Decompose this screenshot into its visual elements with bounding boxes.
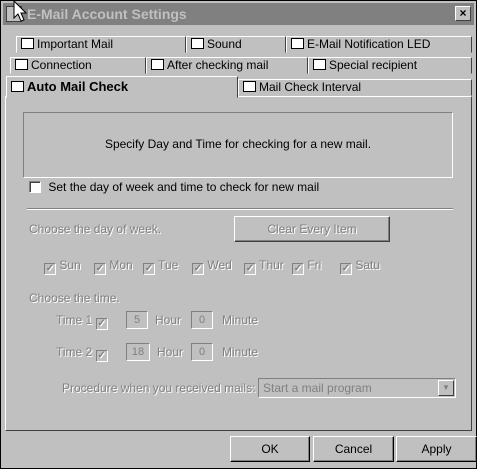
day-checkbox-sun[interactable]: ✓ Sun xyxy=(44,258,81,275)
window-title: E-Mail Account Settings xyxy=(27,6,187,22)
timer-icon xyxy=(243,81,256,92)
ok-button[interactable]: OK xyxy=(230,436,310,462)
info-box: Specify Day and Time for checking for a … xyxy=(23,112,453,178)
mail-icon xyxy=(21,38,34,49)
enable-schedule-label: Set the day of week and time to check fo… xyxy=(48,180,320,194)
info-text: Specify Day and Time for checking for a … xyxy=(104,137,372,151)
time1-checkbox[interactable]: Time 1 ✓ xyxy=(56,313,108,330)
time1-minute-field[interactable]: 0 xyxy=(191,311,213,329)
time1-hour-label: Hour xyxy=(155,313,182,327)
tab-auto-mail-check[interactable]: Auto Mail Check xyxy=(6,76,238,98)
check-icon: ✓ xyxy=(292,263,304,275)
tab-special-recipient[interactable]: Special recipient xyxy=(308,57,472,74)
enable-schedule-checkbox-row[interactable]: Set the day of week and time to check fo… xyxy=(29,180,319,194)
check-icon: ✓ xyxy=(244,263,256,275)
enable-schedule-checkbox[interactable] xyxy=(29,181,41,193)
time2-checkbox[interactable]: Time 2 ✓ xyxy=(56,345,108,362)
time1-hour-field[interactable]: 5 xyxy=(126,311,148,329)
divider xyxy=(27,208,453,210)
led-icon xyxy=(291,38,304,49)
check-icon: ✓ xyxy=(192,263,204,275)
day-checkbox-thur[interactable]: ✓ Thur xyxy=(244,258,284,275)
day-section-label: Choose the day of week. xyxy=(29,222,162,236)
dropdown-arrow-icon[interactable]: ▼ xyxy=(438,380,454,396)
check-icon: ✓ xyxy=(340,263,352,275)
time1-minute-label: Minute xyxy=(222,313,259,327)
day-checkbox-satu[interactable]: ✓ Satu xyxy=(340,258,380,275)
tab-mail-check-interval[interactable]: Mail Check Interval xyxy=(238,79,472,96)
check-icon: ✓ xyxy=(44,263,56,275)
time2-hour-label: Hour xyxy=(157,345,184,359)
cancel-button[interactable]: Cancel xyxy=(313,436,394,462)
clear-every-item-button[interactable]: Clear Every Item xyxy=(234,216,390,242)
check-icon: ✓ xyxy=(95,318,108,330)
tab-connection[interactable]: Connection xyxy=(10,57,146,74)
connection-icon xyxy=(15,59,28,70)
day-checkbox-fri[interactable]: ✓ Fri xyxy=(292,258,321,275)
people-icon xyxy=(313,59,326,70)
check-icon: ✓ xyxy=(94,263,106,275)
close-button[interactable]: × xyxy=(455,6,471,21)
tab-email-notification-led[interactable]: E-Mail Notification LED xyxy=(286,36,472,53)
time-section-label: Choose the time. xyxy=(29,291,120,305)
mouse-cursor-icon xyxy=(13,0,28,22)
tab-after-checking-mail[interactable]: After checking mail xyxy=(146,57,308,74)
time2-hour-field[interactable]: 18 xyxy=(126,343,150,361)
check-icon: ✓ xyxy=(143,263,155,275)
day-checkbox-tue[interactable]: ✓ Tue xyxy=(143,258,178,275)
speaker-icon xyxy=(191,38,204,49)
day-checkbox-mon[interactable]: ✓ Mon xyxy=(94,258,133,275)
day-checkbox-wed[interactable]: ✓ Wed xyxy=(192,258,232,275)
tab-sound[interactable]: Sound xyxy=(186,36,286,53)
envelope-icon xyxy=(151,59,164,70)
procedure-label: Procedure when you received mails: xyxy=(62,381,256,395)
clock-mail-icon xyxy=(11,81,24,92)
check-icon: ✓ xyxy=(95,350,108,362)
title-bar[interactable]: E-Mail Account Settings × xyxy=(3,3,474,25)
procedure-select[interactable]: Start a mail program ▼ xyxy=(258,378,456,398)
time2-minute-label: Minute xyxy=(222,345,259,359)
time2-minute-field[interactable]: 0 xyxy=(191,343,213,361)
apply-button[interactable]: Apply xyxy=(396,436,477,462)
tab-important-mail[interactable]: Important Mail xyxy=(16,36,186,53)
